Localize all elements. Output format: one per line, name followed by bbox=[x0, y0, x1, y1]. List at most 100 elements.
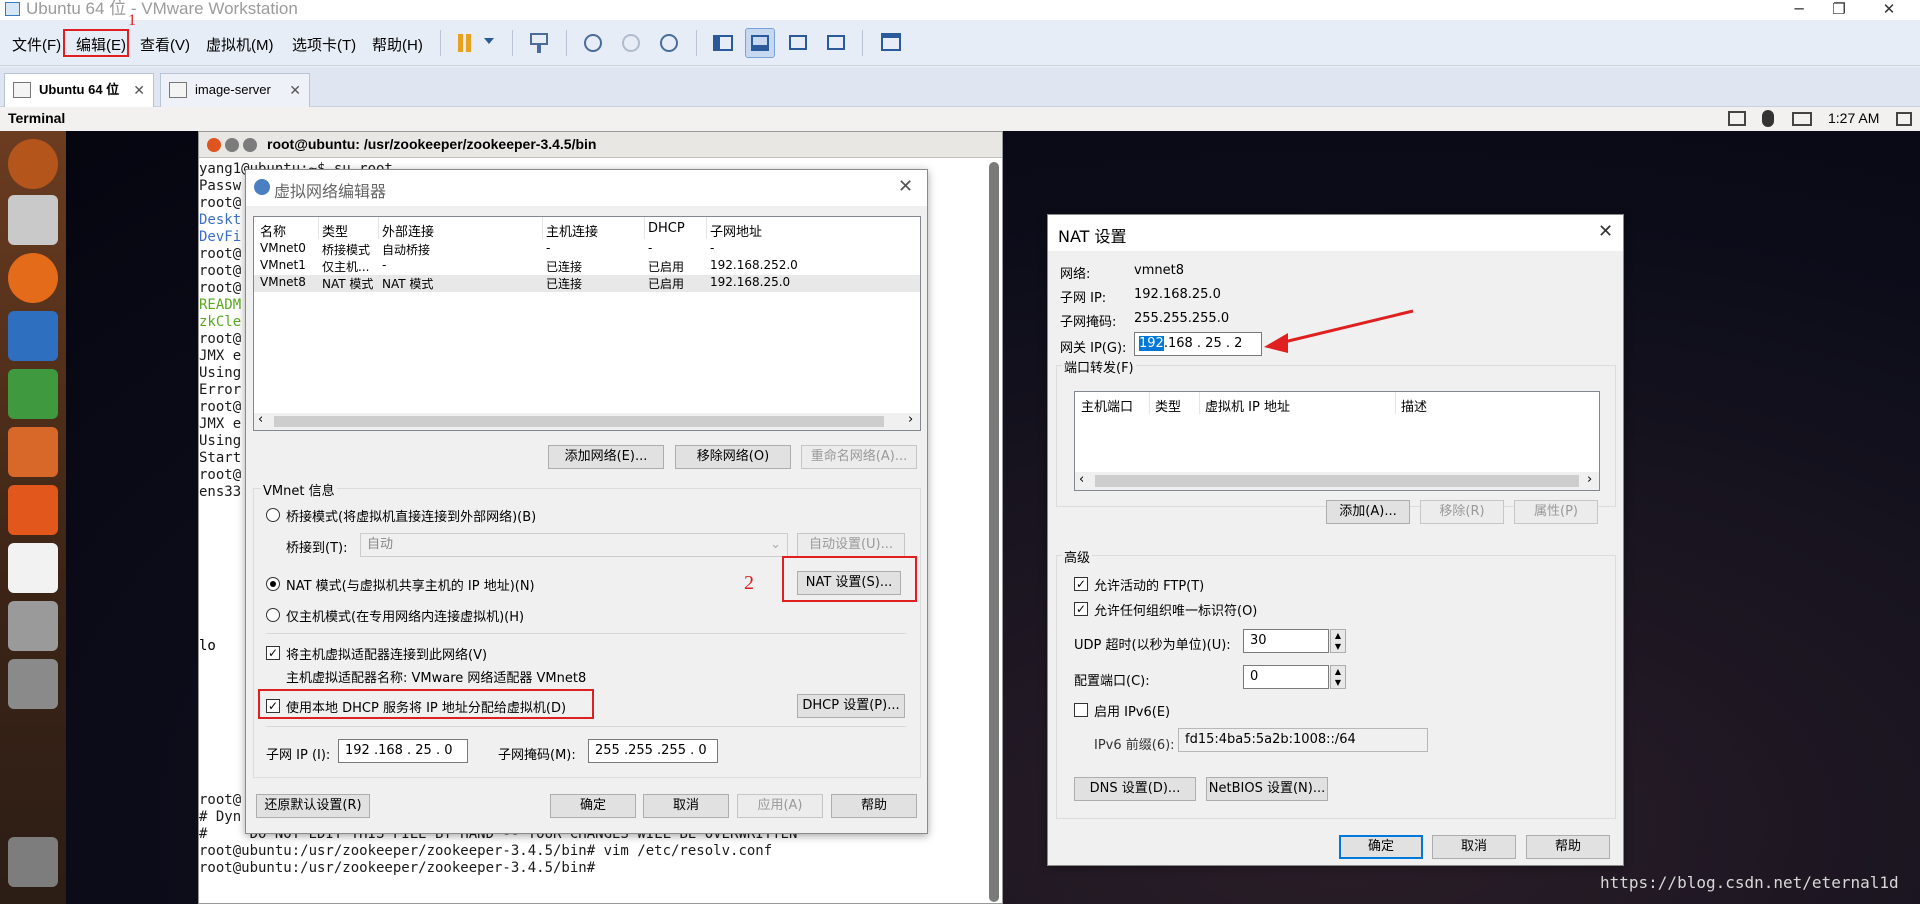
subnet-mask-input[interactable]: 255 .255 .255 . 0 bbox=[588, 739, 718, 763]
horizontal-scrollbar[interactable]: ‹ › bbox=[1075, 472, 1599, 490]
close-icon[interactable]: ✕ bbox=[133, 74, 145, 106]
close-icon[interactable] bbox=[207, 138, 221, 152]
files-icon[interactable] bbox=[8, 195, 58, 245]
close-icon[interactable]: ✕ bbox=[898, 176, 913, 197]
software-center-icon[interactable] bbox=[8, 485, 58, 535]
table-row[interactable]: VMnet1 仅主机... - 已连接 已启用 192.168.252.0 bbox=[254, 258, 920, 275]
cancel-button[interactable]: 取消 bbox=[1432, 835, 1516, 859]
port-properties-button[interactable]: 属性(P) bbox=[1514, 500, 1598, 524]
subnet-ip-input[interactable]: 192 .168 . 25 . 0 bbox=[338, 739, 468, 763]
bridge-radio[interactable] bbox=[266, 508, 280, 522]
snapshot-manager-icon[interactable] bbox=[654, 28, 684, 58]
help-button[interactable]: 帮助 bbox=[831, 794, 917, 818]
snapshot-icon[interactable] bbox=[578, 28, 608, 58]
power-icon[interactable] bbox=[1896, 112, 1912, 126]
console-view-icon[interactable] bbox=[876, 28, 906, 58]
column-header[interactable]: 外部连接 bbox=[382, 221, 434, 240]
menu-tabs[interactable]: 选项卡(T) bbox=[292, 34, 356, 55]
config-port-input[interactable]: 0 bbox=[1243, 665, 1329, 689]
scrollbar-thumb[interactable] bbox=[1095, 475, 1579, 487]
add-network-button[interactable]: 添加网络(E)... bbox=[548, 445, 664, 469]
amazon-icon[interactable] bbox=[8, 543, 58, 593]
send-ctrl-alt-del-icon[interactable] bbox=[524, 28, 554, 58]
chevron-down-icon[interactable] bbox=[484, 38, 494, 44]
column-divider[interactable] bbox=[542, 217, 543, 239]
rename-network-button[interactable]: 重命名网络(A)... bbox=[801, 445, 917, 469]
allow-ftp-checkbox[interactable]: ✓ bbox=[1074, 577, 1088, 591]
column-header[interactable]: 类型 bbox=[322, 221, 348, 240]
menu-file[interactable]: 文件(F) bbox=[12, 34, 61, 55]
calc-icon[interactable] bbox=[8, 369, 58, 419]
help-icon[interactable] bbox=[8, 659, 58, 709]
column-header[interactable]: 子网地址 bbox=[710, 221, 762, 240]
column-divider[interactable] bbox=[706, 217, 707, 239]
writer-icon[interactable] bbox=[8, 311, 58, 361]
udp-timeout-spinner[interactable]: ▲ ▼ bbox=[1330, 629, 1346, 653]
column-divider[interactable] bbox=[318, 217, 319, 239]
cancel-button[interactable]: 取消 bbox=[643, 794, 729, 818]
column-header[interactable]: 虚拟机 IP 地址 bbox=[1205, 396, 1290, 415]
auto-settings-button[interactable]: 自动设置(U)... bbox=[797, 533, 905, 557]
connect-adapter-checkbox[interactable]: ✓ bbox=[266, 646, 280, 660]
keyboard-icon[interactable] bbox=[1792, 112, 1812, 126]
column-divider[interactable] bbox=[644, 217, 645, 239]
network-icon[interactable] bbox=[1728, 111, 1746, 126]
menu-vm[interactable]: 虚拟机(M) bbox=[206, 34, 274, 55]
terminal-scrollbar[interactable] bbox=[989, 162, 999, 902]
close-icon[interactable]: ✕ bbox=[1598, 221, 1613, 242]
netbios-settings-button[interactable]: NetBIOS 设置(N)... bbox=[1206, 777, 1328, 801]
ok-button[interactable]: 确定 bbox=[550, 794, 636, 818]
maximize-icon[interactable] bbox=[243, 138, 257, 152]
tab-ubuntu[interactable]: Ubuntu 64 位 ✕ bbox=[4, 73, 154, 107]
host-only-radio[interactable] bbox=[266, 608, 280, 622]
maximize-icon[interactable]: ❐ bbox=[1816, 0, 1862, 20]
ok-button[interactable]: 确定 bbox=[1339, 835, 1423, 859]
dns-settings-button[interactable]: DNS 设置(D)... bbox=[1074, 777, 1196, 801]
firefox-icon[interactable] bbox=[8, 253, 58, 303]
revert-snapshot-icon[interactable] bbox=[616, 28, 646, 58]
column-header[interactable]: 主机端口 bbox=[1081, 396, 1133, 415]
table-row[interactable]: VMnet8 NAT 模式 NAT 模式 已连接 已启用 192.168.25.0 bbox=[254, 275, 920, 292]
restore-defaults-button[interactable]: 还原默认设置(R) bbox=[256, 794, 370, 818]
unity-icon[interactable] bbox=[821, 28, 851, 58]
bluetooth-icon[interactable] bbox=[1762, 110, 1774, 127]
impress-icon[interactable] bbox=[8, 427, 58, 477]
gateway-ip-input[interactable]: 192.168 . 25 . 2 bbox=[1134, 332, 1262, 356]
close-icon[interactable]: ✕ bbox=[289, 74, 301, 106]
remove-port-button[interactable]: 移除(R) bbox=[1420, 500, 1504, 524]
remove-network-button[interactable]: 移除网络(O) bbox=[675, 445, 791, 469]
trash-icon[interactable] bbox=[8, 837, 58, 887]
nat-radio[interactable] bbox=[266, 577, 280, 591]
allow-oui-checkbox[interactable]: ✓ bbox=[1074, 602, 1088, 616]
ipv6-prefix-input[interactable]: fd15:4ba5:5a2b:1008::/64 bbox=[1178, 728, 1428, 752]
apply-button[interactable]: 应用(A) bbox=[737, 794, 823, 818]
tab-image-server[interactable]: image-server ✕ bbox=[160, 73, 310, 107]
add-port-button[interactable]: 添加(A)... bbox=[1326, 500, 1410, 524]
normal-view-icon[interactable] bbox=[745, 28, 775, 58]
clock[interactable]: 1:27 AM bbox=[1828, 110, 1879, 126]
column-header[interactable]: 描述 bbox=[1401, 396, 1427, 415]
menu-help[interactable]: 帮助(H) bbox=[372, 34, 423, 55]
scrollbar-thumb[interactable] bbox=[274, 416, 884, 427]
close-icon[interactable]: ✕ bbox=[1866, 0, 1912, 20]
chevron-right-icon[interactable]: › bbox=[908, 412, 913, 427]
dhcp-settings-button[interactable]: DHCP 设置(P)... bbox=[797, 694, 905, 718]
settings-icon[interactable] bbox=[8, 601, 58, 651]
show-library-icon[interactable] bbox=[708, 28, 738, 58]
column-header[interactable]: DHCP bbox=[648, 221, 685, 236]
bridge-to-select[interactable]: 自动 ⌄ bbox=[360, 533, 788, 557]
pause-icon[interactable] bbox=[450, 28, 480, 58]
column-divider[interactable] bbox=[378, 217, 379, 239]
menu-view[interactable]: 查看(V) bbox=[140, 34, 190, 55]
ubuntu-logo-icon[interactable] bbox=[8, 139, 58, 189]
table-row[interactable]: VMnet0 桥接模式 自动桥接 - - - bbox=[254, 241, 920, 258]
help-button[interactable]: 帮助 bbox=[1526, 835, 1610, 859]
config-port-spinner[interactable]: ▲ ▼ bbox=[1330, 665, 1346, 689]
minimize-icon[interactable] bbox=[225, 138, 239, 152]
udp-timeout-input[interactable]: 30 bbox=[1243, 629, 1329, 653]
enable-ipv6-checkbox[interactable] bbox=[1074, 703, 1088, 717]
chevron-left-icon[interactable]: ‹ bbox=[258, 412, 263, 427]
horizontal-scrollbar[interactable]: ‹ › bbox=[254, 412, 920, 430]
column-header[interactable]: 类型 bbox=[1155, 396, 1181, 415]
column-header[interactable]: 名称 bbox=[260, 221, 286, 240]
